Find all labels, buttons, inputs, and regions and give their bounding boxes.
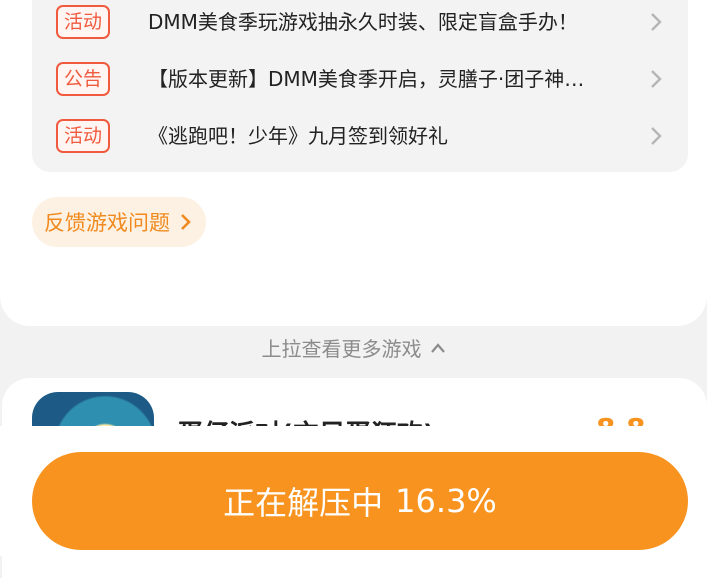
- chevron-right-icon: [181, 214, 191, 230]
- news-tag: 活动: [56, 119, 111, 153]
- news-title: DMM美食季玩游戏抽永久时装、限定盲盒手办！: [148, 10, 578, 34]
- unzip-progress-button[interactable]: 正在解压中 16.3%: [32, 452, 688, 550]
- pull-up-more-hint[interactable]: 上拉查看更多游戏: [0, 333, 707, 362]
- news-tag: 活动: [56, 5, 111, 39]
- progress-percent: 16.3%: [395, 482, 497, 520]
- feedback-button[interactable]: 反馈游戏问题: [32, 197, 206, 247]
- feedback-label: 反馈游戏问题: [44, 211, 170, 235]
- chevron-right-icon: [651, 70, 662, 88]
- news-title: 《逃跑吧！少年》九月签到领好礼: [148, 124, 448, 148]
- chevron-up-icon: [430, 342, 445, 353]
- chevron-right-icon: [651, 13, 662, 31]
- list-item[interactable]: 公告 【版本更新】DMM美食季开启，灵膳子·团子神…: [56, 59, 676, 99]
- news-tag: 公告: [56, 62, 111, 96]
- news-list: 活动 DMM美食季玩游戏抽永久时装、限定盲盒手办！ 公告 【版本更新】DMM美食…: [32, 0, 688, 172]
- chevron-right-icon: [651, 127, 662, 145]
- list-item[interactable]: 活动 《逃跑吧！少年》九月签到领好礼: [56, 116, 676, 156]
- list-item[interactable]: 活动 DMM美食季玩游戏抽永久时装、限定盲盒手办！: [56, 2, 676, 42]
- more-label: 上拉查看更多游戏: [261, 337, 422, 361]
- bottom-action-bar: 正在解压中 16.3%: [0, 426, 707, 556]
- game-info-card: 活动 DMM美食季玩游戏抽永久时装、限定盲盒手办！ 公告 【版本更新】DMM美食…: [0, 0, 707, 326]
- news-title: 【版本更新】DMM美食季开启，灵膳子·团子神…: [148, 67, 585, 91]
- progress-label: 正在解压中: [223, 484, 384, 522]
